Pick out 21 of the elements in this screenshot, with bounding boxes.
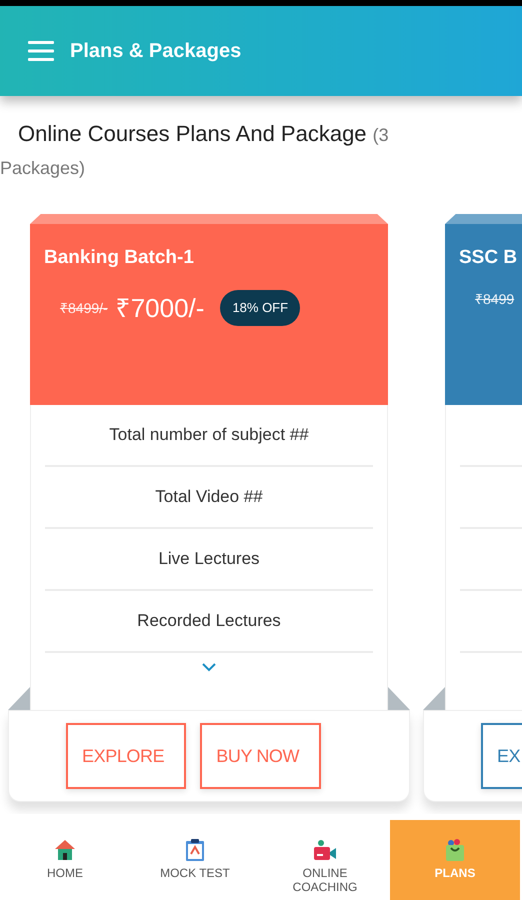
feature-text: Total Video ## <box>155 486 263 508</box>
plan-title: Banking Batch-1 <box>44 246 194 270</box>
original-price: ₹8499 <box>475 290 514 308</box>
plan-button[interactable]: EX <box>481 723 522 789</box>
menu-icon[interactable] <box>28 40 54 62</box>
clipboard-icon <box>183 838 207 862</box>
screen-title: Plans & Packages <box>70 39 242 64</box>
chevron-down-icon[interactable] <box>201 662 217 672</box>
feature-text: Total number of subject ## <box>109 424 309 446</box>
house-icon <box>53 838 77 862</box>
plan-title: SSC B <box>459 246 518 270</box>
feature-text: Recorded Lectures <box>137 610 281 632</box>
shopping-bag-icon <box>443 838 467 862</box>
plan-button[interactable]: EXPLORE <box>66 723 186 789</box>
plan-button[interactable]: BUY NOW <box>200 723 322 789</box>
video-camera-icon <box>312 838 338 862</box>
sale-price: ₹7000/- <box>116 292 204 324</box>
feature-text: Live Lectures <box>158 548 260 570</box>
original-price: ₹8499/- <box>60 298 108 318</box>
discount-badge: 18% OFF <box>220 290 300 326</box>
section-heading: Online Courses Plans And Package (3 Packages) <box>0 120 390 180</box>
